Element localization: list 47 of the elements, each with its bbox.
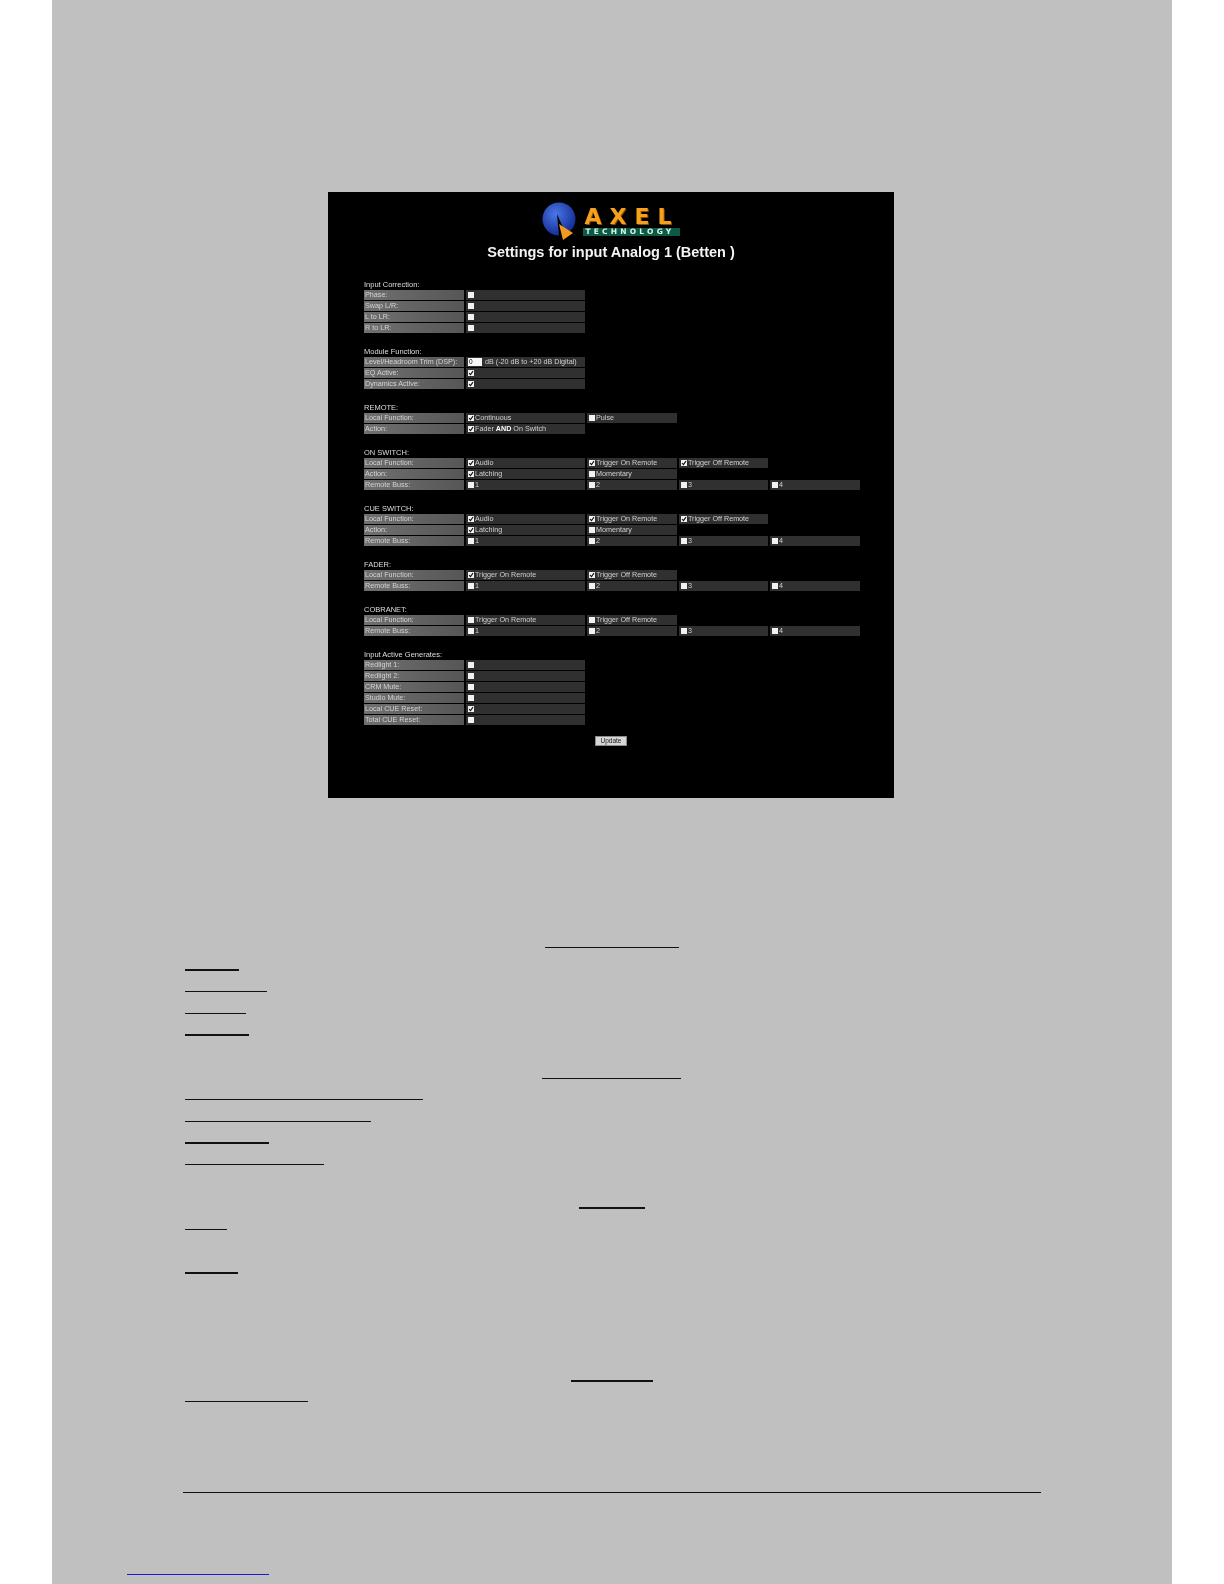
checkbox[interactable] [468, 583, 474, 589]
checkbox[interactable] [468, 684, 474, 690]
checkbox[interactable] [468, 415, 474, 421]
checkbox[interactable] [589, 617, 595, 623]
checkbox[interactable] [468, 538, 474, 544]
checkbox[interactable] [772, 538, 778, 544]
checkbox[interactable] [468, 482, 474, 488]
checkbox[interactable] [681, 460, 687, 466]
checkbox[interactable] [468, 314, 474, 320]
checkbox[interactable] [468, 325, 474, 331]
checkbox[interactable] [589, 482, 595, 488]
checkbox[interactable] [589, 415, 595, 421]
checkbox[interactable] [468, 381, 474, 387]
checkbox[interactable] [589, 460, 595, 466]
checkbox[interactable] [468, 706, 474, 712]
checkbox[interactable] [468, 717, 474, 723]
checkbox[interactable] [468, 471, 474, 477]
checkbox[interactable] [589, 583, 595, 589]
checkbox[interactable] [681, 628, 687, 634]
checkbox[interactable] [681, 583, 687, 589]
checkbox[interactable] [681, 538, 687, 544]
logo-wordmark: AXEL [583, 206, 680, 226]
checkbox[interactable] [589, 628, 595, 634]
checkbox[interactable] [589, 471, 595, 477]
checkbox[interactable] [468, 628, 474, 634]
checkbox[interactable] [468, 695, 474, 701]
checkbox[interactable] [468, 527, 474, 533]
checkbox[interactable] [681, 482, 687, 488]
checkbox[interactable] [589, 527, 595, 533]
checkbox[interactable] [589, 516, 595, 522]
checkbox[interactable] [468, 292, 474, 298]
checkbox[interactable] [589, 538, 595, 544]
checkbox[interactable] [468, 662, 474, 668]
checkbox[interactable] [468, 673, 474, 679]
checkbox[interactable] [772, 482, 778, 488]
checkbox[interactable] [681, 516, 687, 522]
checkbox[interactable] [468, 516, 474, 522]
page-title: Settings for input Analog 1 (Betten ) [487, 244, 735, 261]
checkbox[interactable] [772, 583, 778, 589]
checkbox[interactable] [468, 460, 474, 466]
checkbox[interactable] [772, 628, 778, 634]
checkbox[interactable] [468, 572, 474, 578]
checkbox[interactable] [468, 370, 474, 376]
checkbox[interactable] [468, 426, 474, 432]
checkbox[interactable] [468, 303, 474, 309]
checkbox[interactable] [589, 572, 595, 578]
checkbox[interactable] [468, 617, 474, 623]
